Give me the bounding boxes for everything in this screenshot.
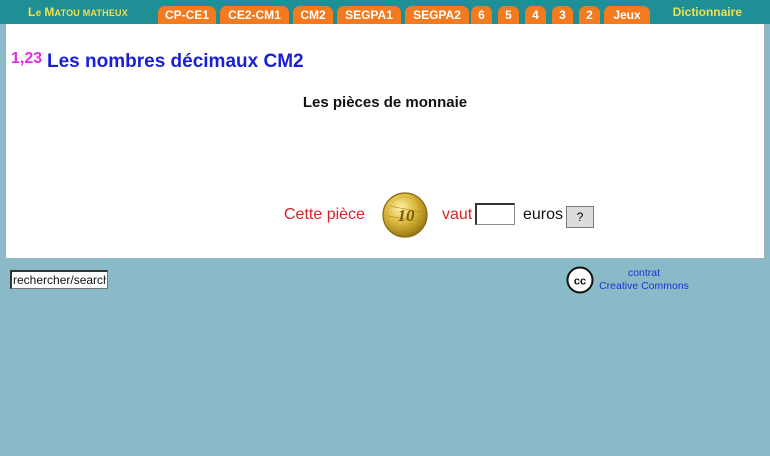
unit-label: euros (523, 206, 564, 223)
creative-commons-icon[interactable]: cc (566, 266, 594, 294)
tab-6[interactable]: 6 (471, 6, 492, 24)
brand-initial-m: M (44, 5, 55, 19)
brand-word-2: atou matheux (54, 8, 128, 18)
dictionary-link[interactable]: Dictionnaire (673, 0, 742, 24)
tab-5[interactable]: 5 (498, 6, 519, 24)
tab-2[interactable]: 2 (579, 6, 600, 24)
brand-initial-l: L (28, 5, 36, 19)
tab-4[interactable]: 4 (525, 6, 546, 24)
tab-segpa2[interactable]: SEGPA2 (405, 6, 469, 24)
answer-input[interactable] (475, 203, 515, 225)
prompt-before: Cette pièce (284, 206, 365, 223)
exercise-subtitle: Les pièces de monnaie (302, 94, 468, 111)
creative-commons-link[interactable]: contrat Creative Commons (598, 267, 690, 293)
check-answer-button[interactable]: ? (566, 206, 594, 228)
license-line-2: Creative Commons (599, 280, 689, 292)
license-line-1: contrat (627, 267, 661, 279)
page-title: Les nombres décimaux CM2 (47, 51, 304, 72)
svg-text:cc: cc (574, 276, 586, 288)
top-navigation-bar: Le Matou matheux CP-CE1 CE2-CM1 CM2 SEGP… (0, 0, 770, 24)
exercise-panel: 1,23 Les nombres décimaux CM2 Les pièces… (5, 24, 765, 259)
prompt-after: vaut (442, 206, 473, 223)
tab-jeux[interactable]: Jeux (604, 6, 650, 24)
site-logo[interactable]: Le Matou matheux (0, 0, 156, 24)
coin-value: 10 (398, 206, 416, 225)
tab-ce2-cm1[interactable]: CE2-CM1 (220, 6, 289, 24)
tab-cm2[interactable]: CM2 (293, 6, 333, 24)
tab-cp-ce1[interactable]: CP-CE1 (158, 6, 216, 24)
search-input[interactable] (10, 270, 108, 289)
tab-3[interactable]: 3 (552, 6, 573, 24)
lesson-badge: 1,23 (11, 50, 43, 67)
tab-segpa1[interactable]: SEGPA1 (337, 6, 401, 24)
ten-cent-coin-icon: 10 (382, 192, 428, 238)
